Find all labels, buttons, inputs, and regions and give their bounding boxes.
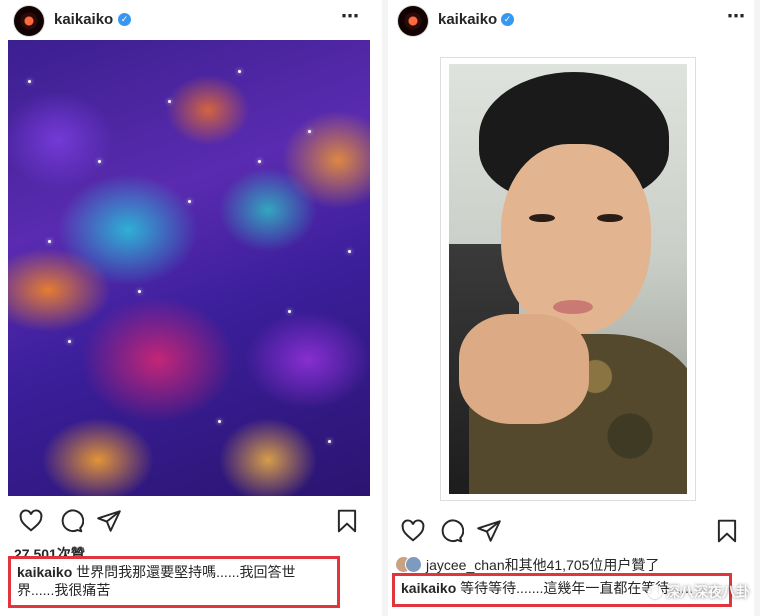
post-image-portrait[interactable] — [449, 64, 687, 494]
heart-icon[interactable] — [400, 518, 426, 544]
more-options-icon[interactable]: ⋯ — [727, 6, 746, 26]
right-post-header: kaikaiko ✓ ⋯ — [388, 0, 754, 40]
post-image-galaxy[interactable] — [8, 40, 370, 496]
comment-icon[interactable] — [438, 518, 464, 544]
caption-username[interactable]: kaikaiko — [401, 580, 456, 596]
profile-avatar[interactable] — [398, 6, 428, 36]
likes-text[interactable]: jaycee_chan和其他41,705位用户贊了 — [426, 556, 659, 574]
watermark: 深八深夜八卦 — [648, 582, 750, 602]
verified-badge-icon: ✓ — [501, 13, 514, 26]
watermark-text: 深八深夜八卦 — [666, 584, 750, 600]
profile-avatar[interactable] — [14, 6, 44, 36]
post-image-frame[interactable] — [441, 58, 695, 500]
caption-highlight-box: kaikaiko 世界問我那還要堅持嗎......我回答世界......我很痛苦 — [8, 556, 340, 608]
caption-username[interactable]: kaikaiko — [17, 564, 72, 580]
left-post-panel: kaikaiko ✓ ⋯ 27,501次贊 kaikaiko 世界問我那還要堅持… — [0, 0, 378, 616]
wechat-icon — [648, 585, 662, 599]
verified-badge-icon: ✓ — [118, 13, 131, 26]
heart-icon[interactable] — [18, 508, 44, 534]
post-username[interactable]: kaikaiko — [54, 10, 113, 30]
more-options-icon[interactable]: ⋯ — [341, 6, 360, 26]
comment-icon[interactable] — [58, 508, 84, 534]
bookmark-icon[interactable] — [714, 518, 740, 544]
left-post: kaikaiko ✓ ⋯ 27,501次贊 kaikaiko 世界問我那還要堅持… — [0, 0, 378, 616]
left-action-bar — [0, 508, 378, 538]
send-icon[interactable] — [476, 518, 502, 544]
post-username[interactable]: kaikaiko — [438, 10, 497, 30]
liker-avatar — [406, 557, 421, 572]
right-post-panel: kaikaiko ✓ ⋯ jaycee_chan和其他41,705位用户贊了 k… — [382, 0, 760, 616]
send-icon[interactable] — [96, 508, 122, 534]
right-action-bar — [388, 518, 754, 548]
left-post-header: kaikaiko ✓ ⋯ — [0, 0, 378, 40]
bookmark-icon[interactable] — [334, 508, 360, 534]
right-post: kaikaiko ✓ ⋯ jaycee_chan和其他41,705位用户贊了 k… — [388, 0, 754, 616]
